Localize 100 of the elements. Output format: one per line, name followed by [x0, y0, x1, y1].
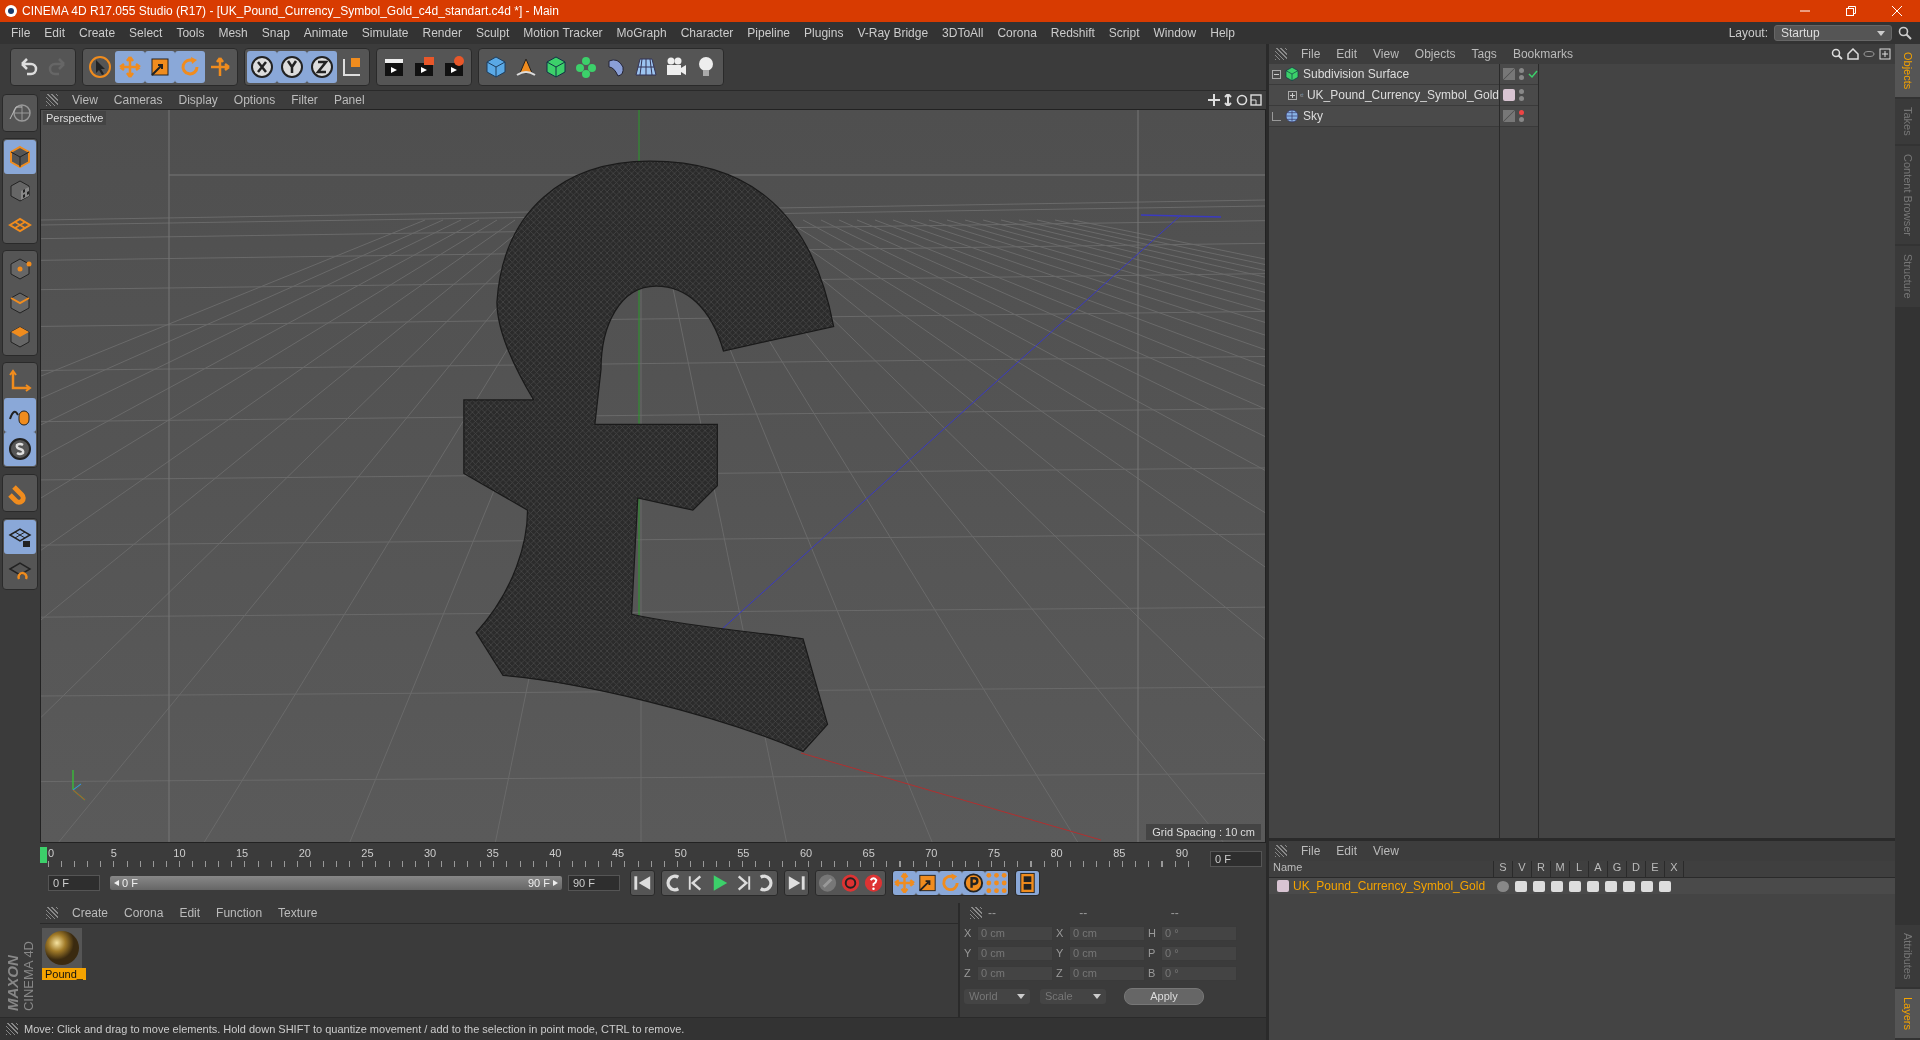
menu-item[interactable]: Character [673, 26, 741, 40]
apply-button[interactable]: Apply [1124, 987, 1204, 1005]
move-view-icon[interactable] [1208, 94, 1220, 106]
collapse-toggle[interactable] [1272, 69, 1281, 79]
z-axis-button[interactable] [307, 51, 337, 83]
object-row[interactable]: Subdivision Surface [1269, 64, 1499, 85]
menu-item[interactable]: Tools [169, 26, 212, 40]
layer-toggle-icon[interactable] [1641, 880, 1653, 892]
panel-grip-icon[interactable] [6, 1023, 18, 1035]
object-menu-item[interactable]: Edit [1328, 47, 1366, 61]
viewport-menu-item[interactable]: Filter [283, 93, 326, 107]
layer-toggle-icon[interactable] [1659, 880, 1671, 892]
material-menu-item[interactable]: Corona [116, 906, 172, 920]
panel-grip-icon[interactable] [970, 907, 982, 919]
object-menu-item[interactable]: Objects [1406, 47, 1464, 61]
rotate-view-icon[interactable] [1236, 94, 1248, 106]
home-icon[interactable] [1847, 48, 1859, 60]
layer-toggle-icon[interactable] [1515, 880, 1527, 892]
object-menu-item[interactable]: Bookmarks [1504, 47, 1581, 61]
layer-toggle-icon[interactable] [1569, 880, 1581, 892]
material-menu-item[interactable]: Create [64, 906, 117, 920]
layer-menu-item[interactable]: File [1293, 844, 1329, 858]
menu-item[interactable]: Create [72, 26, 123, 40]
cube-outline-button[interactable] [4, 140, 36, 174]
object-row[interactable]: Sky [1269, 106, 1499, 127]
viewport-menu-item[interactable]: Panel [325, 93, 373, 107]
layer-toggle-icon[interactable] [1605, 880, 1617, 892]
current-frame-field[interactable]: 0 F [1210, 851, 1262, 867]
menu-item[interactable]: Script [1101, 26, 1147, 40]
side-tab[interactable]: Objects [1895, 44, 1920, 98]
mouse-curve-button[interactable] [4, 398, 36, 432]
scale-square-button[interactable] [916, 871, 939, 895]
material-menu-item[interactable]: Edit [171, 906, 209, 920]
material-menu-item[interactable]: Function [208, 906, 271, 920]
menu-item[interactable]: Mesh [211, 26, 255, 40]
end-frame-field[interactable]: 90 F [568, 875, 620, 891]
x-axis-button[interactable] [247, 51, 277, 83]
menu-item[interactable]: V-Ray Bridge [850, 26, 936, 40]
viewport-menu-item[interactable]: Options [225, 93, 284, 107]
viewport-canvas[interactable]: Perspective Grid Spacing : 10 cm [40, 109, 1266, 843]
material-menu-item[interactable]: Texture [270, 906, 326, 920]
menu-item[interactable]: Pipeline [740, 26, 798, 40]
zoom-view-icon[interactable] [1222, 94, 1234, 106]
frame-range-slider[interactable]: 0 F 90 F [110, 876, 562, 890]
layer-swatch[interactable] [1503, 89, 1515, 101]
record-button[interactable] [839, 871, 862, 895]
object-menu-item[interactable]: Tags [1463, 47, 1505, 61]
check-icon[interactable] [1528, 69, 1538, 79]
layout-dropdown[interactable]: Startup [1774, 25, 1892, 41]
menu-item[interactable]: File [4, 26, 38, 40]
layer-row[interactable]: UK_Pound_Currency_Symbol_Gold [1269, 878, 1895, 894]
layer-toggle-icon[interactable] [1551, 880, 1563, 892]
menu-item[interactable]: Help [1203, 26, 1242, 40]
panel-grip-icon[interactable] [46, 94, 58, 106]
menu-item[interactable]: Edit [37, 26, 73, 40]
panel-grip-icon[interactable] [46, 907, 58, 919]
menu-item[interactable]: Window [1146, 26, 1204, 40]
film-strip-button[interactable] [1016, 871, 1039, 895]
object-menu-item[interactable]: View [1365, 47, 1407, 61]
menu-item[interactable]: Render [415, 26, 469, 40]
panel-grip-icon[interactable] [1275, 48, 1287, 60]
start-frame-field[interactable]: 0 F [48, 875, 100, 891]
layer-toggle-icon[interactable] [1587, 880, 1599, 892]
p-circle-button[interactable] [962, 871, 985, 895]
menu-item[interactable]: MoGraph [609, 26, 674, 40]
maximize-view-icon[interactable] [1250, 94, 1262, 106]
dot-grid-button[interactable] [985, 871, 1008, 895]
eye-icon[interactable] [1863, 48, 1875, 60]
s-circle-button[interactable] [4, 432, 36, 466]
layer-swatch[interactable] [1277, 880, 1289, 892]
viewport-menu-item[interactable]: View [64, 93, 106, 107]
menu-item[interactable]: Select [122, 26, 170, 40]
search-icon[interactable] [1831, 48, 1843, 60]
menu-item[interactable]: 3DToAll [935, 26, 991, 40]
layer-toggle-icon[interactable] [1623, 880, 1635, 892]
menu-item[interactable]: Sculpt [468, 26, 517, 40]
question-circle-button[interactable] [862, 871, 885, 895]
visibility-dots[interactable] [1519, 68, 1524, 80]
menu-item[interactable]: Snap [254, 26, 297, 40]
visibility-dots[interactable] [1519, 110, 1524, 122]
side-tab[interactable]: Layers [1895, 988, 1920, 1038]
grid-lock-button[interactable] [4, 520, 36, 554]
expand-toggle[interactable] [1288, 90, 1297, 100]
menu-item[interactable]: Animate [296, 26, 355, 40]
object-menu-item[interactable]: File [1293, 47, 1329, 61]
viewport-menu-item[interactable]: Cameras [105, 93, 171, 107]
visibility-dots[interactable] [1519, 89, 1524, 101]
object-row[interactable]: UK_Pound_Currency_Symbol_Gold [1269, 85, 1499, 106]
menu-item[interactable]: Redshift [1043, 26, 1102, 40]
layer-menu-item[interactable]: Edit [1328, 844, 1366, 858]
new-panel-icon[interactable] [1879, 48, 1891, 60]
viewport-menu-item[interactable]: Display [170, 93, 226, 107]
search-icon[interactable] [1898, 26, 1912, 40]
menu-item[interactable]: Simulate [354, 26, 416, 40]
layer-menu-item[interactable]: View [1365, 844, 1407, 858]
menu-item[interactable]: Corona [990, 26, 1044, 40]
layer-toggle-icon[interactable] [1533, 880, 1545, 892]
layer-toggle-icon[interactable] [1497, 880, 1509, 892]
menu-item[interactable]: Plugins [797, 26, 851, 40]
panel-grip-icon[interactable] [1275, 845, 1287, 857]
